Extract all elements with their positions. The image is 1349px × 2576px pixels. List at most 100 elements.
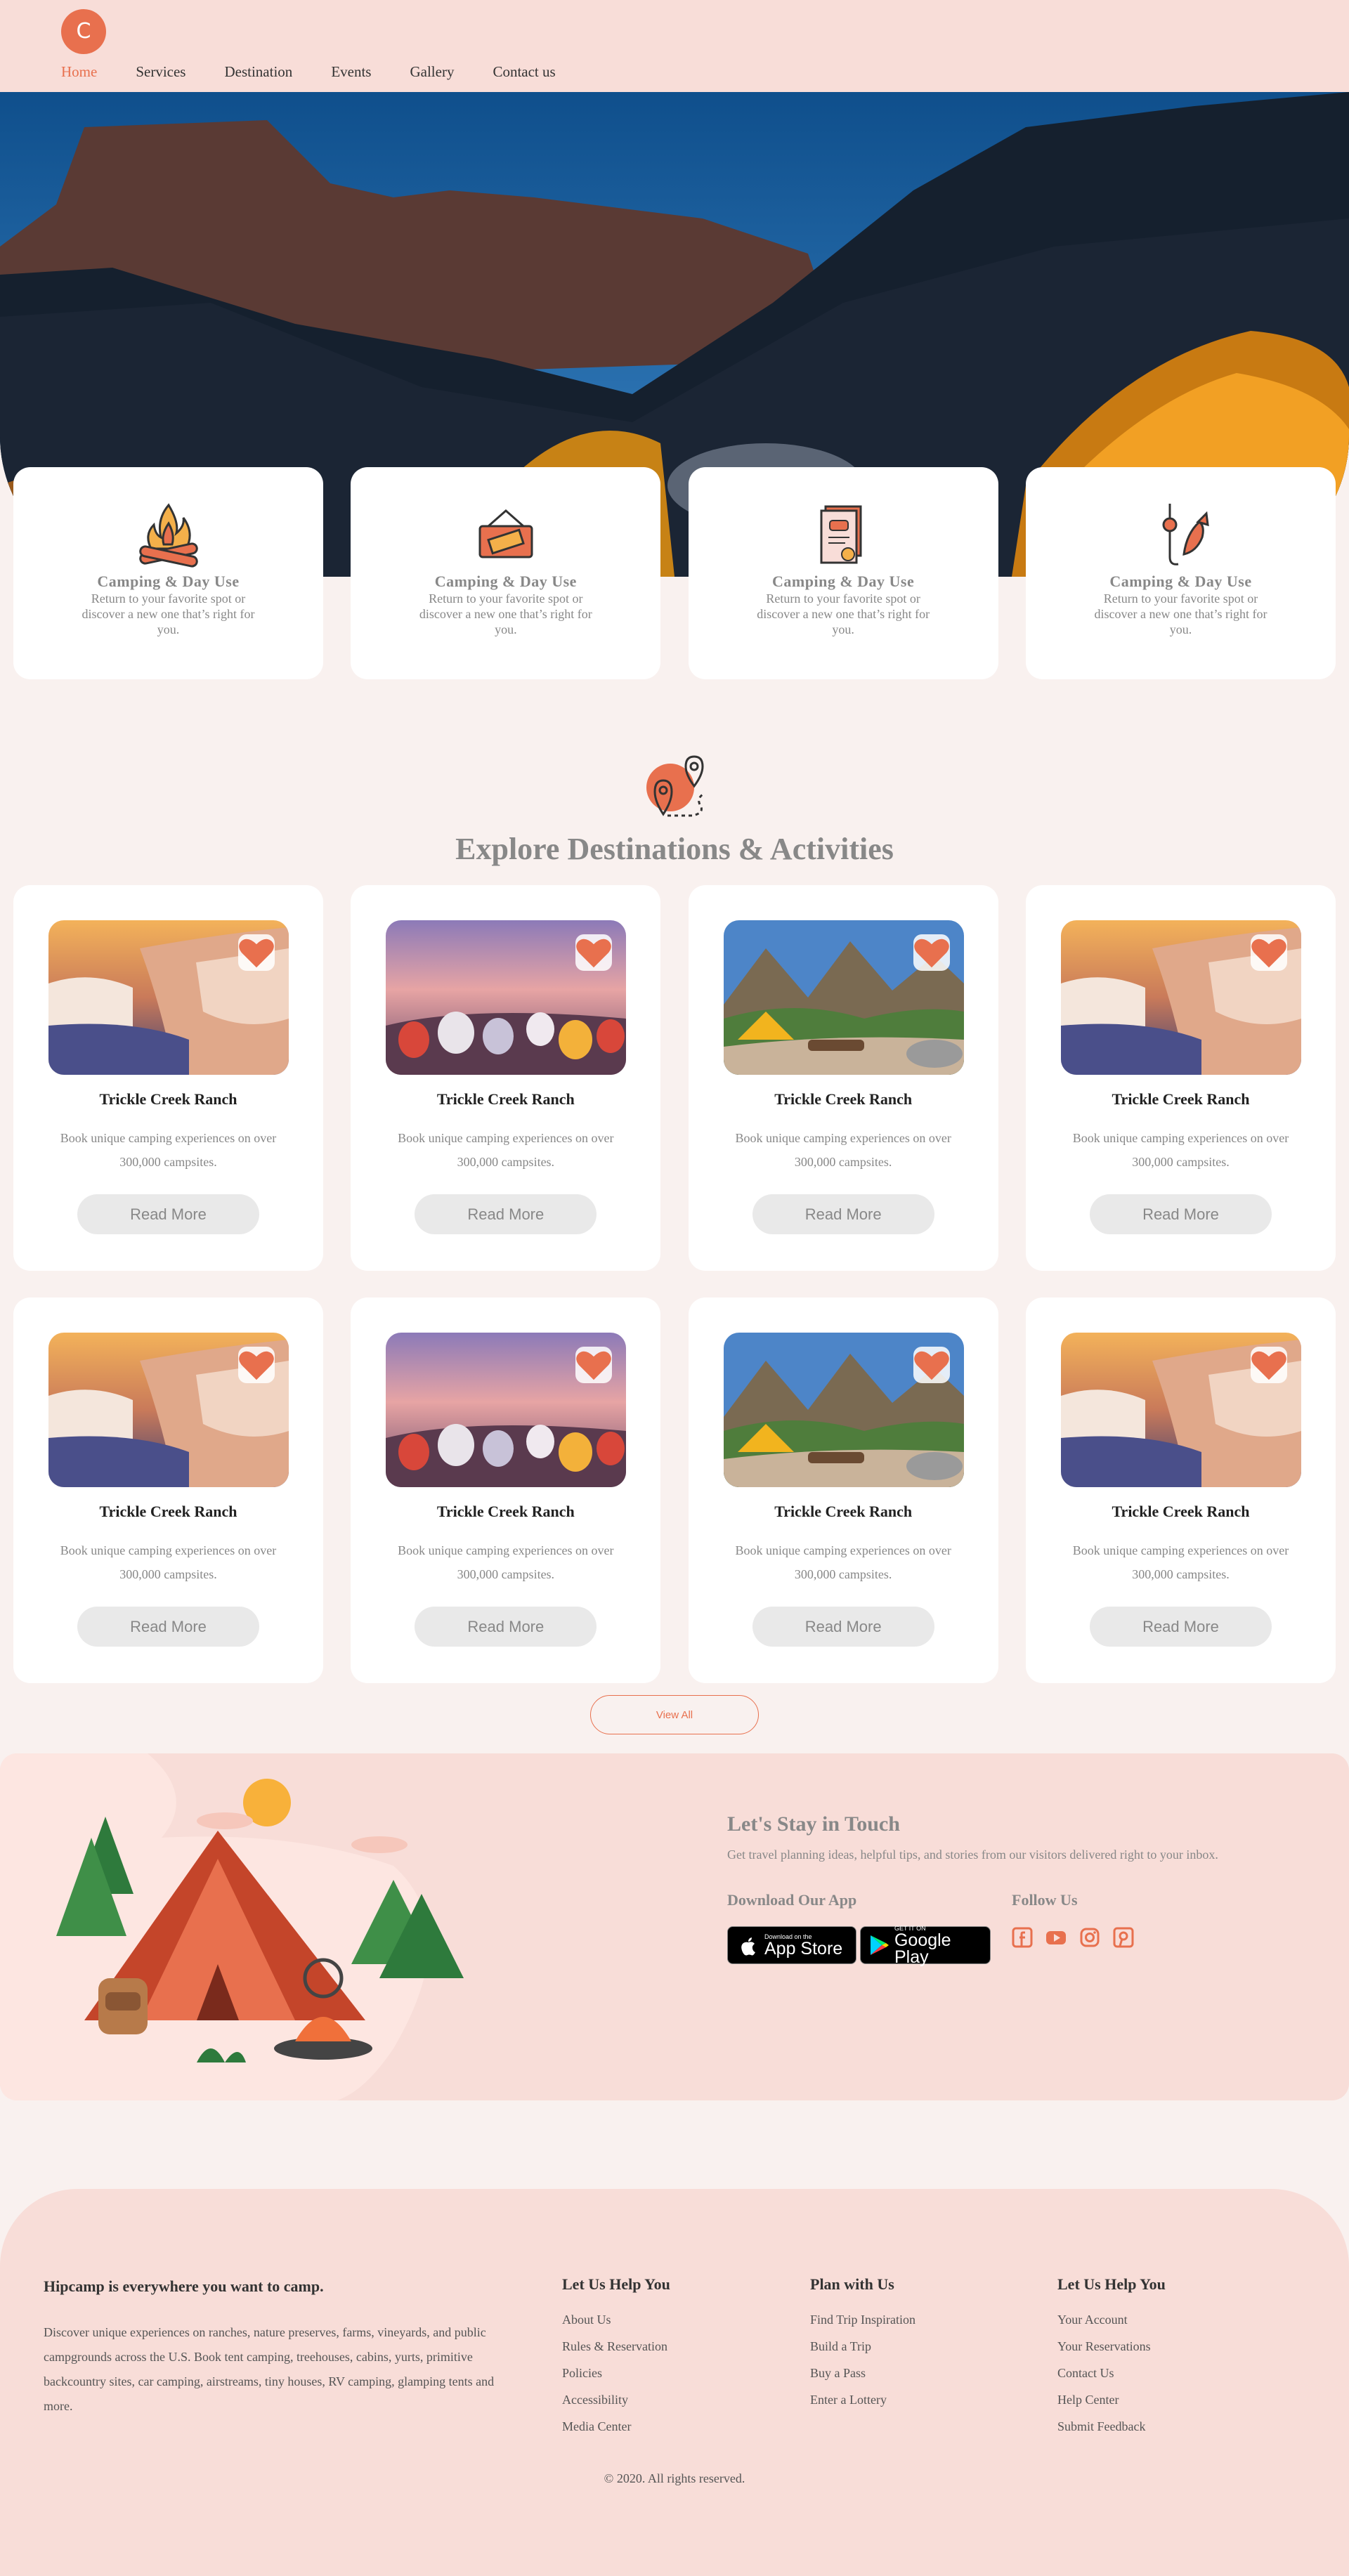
explore-title: Explore Destinations & Activities (455, 832, 894, 866)
destination-text: Book unique camping experiences on over … (60, 1543, 277, 1581)
destination-card[interactable]: Trickle Creek Ranch Book unique camping e… (13, 885, 323, 1271)
destination-image (723, 920, 964, 1075)
destination-row: Trickle Creek Ranch Book unique camping e… (13, 885, 1336, 1271)
feature-text: Return to your favorite spot or discover… (1094, 591, 1267, 636)
read-more-button[interactable]: Read More (752, 1194, 934, 1234)
view-all-button[interactable]: View All (590, 1695, 759, 1734)
footer-link-accessibility[interactable]: Accessibility (562, 2386, 670, 2413)
footer-link-reservations[interactable]: Your Reservations (1057, 2333, 1166, 2360)
read-more-button[interactable]: Read More (752, 1607, 934, 1647)
destination-card[interactable]: Trickle Creek Ranch Book unique camping e… (688, 885, 998, 1271)
download-app-title: Download Our App (727, 1891, 857, 1909)
nav-link-home[interactable]: Home (61, 63, 97, 81)
newsletter-subtitle: Get travel planning ideas, helpful tips,… (727, 1848, 1218, 1862)
destination-row: Trickle Creek Ranch Book unique camping e… (13, 1297, 1336, 1683)
destination-text: Book unique camping experiences on over … (398, 1131, 614, 1169)
destination-card[interactable]: Trickle Creek Ranch Book unique camping e… (1025, 885, 1336, 1271)
pinterest-icon[interactable] (1113, 1927, 1134, 1948)
app-store-button[interactable]: Download on the App Store (727, 1926, 856, 1964)
footer-link-buy-pass[interactable]: Buy a Pass (810, 2360, 915, 2386)
ticket-icon (478, 509, 533, 558)
destination-image (48, 1333, 289, 1487)
logo[interactable]: C (61, 9, 106, 54)
destination-card[interactable]: Trickle Creek Ranch Book unique camping e… (351, 885, 661, 1271)
destination-text: Book unique camping experiences on over … (735, 1543, 951, 1581)
destination-card[interactable]: Trickle Creek Ranch Book unique camping e… (13, 1297, 323, 1683)
destination-title: Trickle Creek Ranch (99, 1090, 237, 1108)
read-more-button[interactable]: Read More (415, 1607, 597, 1647)
feature-card[interactable]: Camping & Day Use Return to your favorit… (351, 467, 661, 679)
destination-card[interactable]: Trickle Creek Ranch Book unique camping e… (688, 1297, 998, 1683)
footer-link-lottery[interactable]: Enter a Lottery (810, 2386, 915, 2413)
footer-link-feedback[interactable]: Submit Feedback (1057, 2413, 1166, 2440)
footer-column-account: Let Us Help You Your Account Your Reserv… (1057, 2275, 1166, 2440)
nav-link-services[interactable]: Services (136, 63, 185, 81)
apple-icon (741, 1937, 755, 1956)
google-play-icon (870, 1935, 889, 1955)
destination-title: Trickle Creek Ranch (436, 1503, 575, 1520)
footer-link-media-center[interactable]: Media Center (562, 2413, 670, 2440)
feature-title: Camping & Day Use (97, 573, 240, 590)
read-more-button[interactable]: Read More (77, 1194, 259, 1234)
copyright: © 2020. All rights reserved. (604, 2471, 745, 2485)
instagram-icon[interactable] (1079, 1927, 1100, 1948)
footer-link-account[interactable]: Your Account (1057, 2306, 1166, 2333)
footer-link-about-us[interactable]: About Us (562, 2306, 670, 2333)
favorite-heart-icon[interactable] (1250, 1347, 1287, 1383)
nav-link-contact[interactable]: Contact us (493, 63, 555, 81)
favorite-heart-icon[interactable] (913, 934, 950, 971)
feature-card[interactable]: Camping & Day Use Return to your favorit… (1025, 467, 1336, 679)
favorite-heart-icon[interactable] (1250, 934, 1287, 971)
destination-card[interactable]: Trickle Creek Ranch Book unique camping e… (351, 1297, 661, 1683)
footer-link-build-trip[interactable]: Build a Trip (810, 2333, 915, 2360)
favorite-heart-icon[interactable] (238, 1347, 275, 1383)
feature-text: Return to your favorite spot or discover… (757, 591, 930, 636)
top-navbar: C Home Services Destination Events Galle… (0, 0, 1349, 92)
google-play-button[interactable]: GET IT ON Google Play (860, 1925, 991, 1967)
destination-text: Book unique camping experiences on over … (735, 1131, 951, 1169)
read-more-button[interactable]: Read More (77, 1607, 259, 1647)
footer: Hipcamp is everywhere you want to camp. … (0, 2189, 1349, 2576)
feature-title: Camping & Day Use (772, 573, 915, 590)
map-pin-icon (646, 755, 704, 817)
favorite-heart-icon[interactable] (913, 1347, 950, 1383)
nav-link-gallery[interactable]: Gallery (410, 63, 454, 81)
facebook-icon[interactable] (1012, 1927, 1033, 1948)
footer-column-title: Plan with Us (810, 2275, 894, 2293)
footer-column-title: Let Us Help You (562, 2275, 670, 2293)
feature-card[interactable]: Camping & Day Use Return to your favorit… (688, 467, 998, 679)
nav-link-events[interactable]: Events (331, 63, 371, 81)
follow-us-title: Follow Us (1012, 1891, 1078, 1909)
footer-link-contact[interactable]: Contact Us (1057, 2360, 1166, 2386)
feature-title: Camping & Day Use (1109, 573, 1252, 590)
read-more-button[interactable]: Read More (415, 1194, 597, 1234)
destination-card[interactable]: Trickle Creek Ranch Book unique camping e… (1025, 1297, 1336, 1683)
destination-image (48, 920, 289, 1075)
destination-title: Trickle Creek Ranch (1112, 1503, 1250, 1520)
favorite-heart-icon[interactable] (575, 934, 613, 971)
footer-link-policies[interactable]: Policies (562, 2360, 670, 2386)
read-more-button[interactable]: Read More (1089, 1194, 1272, 1234)
nav-link-destination[interactable]: Destination (224, 63, 292, 81)
destination-image (1060, 920, 1301, 1075)
feature-text: Return to your favorite spot or discover… (82, 591, 255, 636)
fishing-icon (1162, 504, 1210, 565)
footer-link-help-center[interactable]: Help Center (1057, 2386, 1166, 2413)
read-more-button[interactable]: Read More (1089, 1607, 1272, 1647)
feature-card[interactable]: Camping & Day Use Return to your favorit… (13, 467, 323, 679)
destination-text: Book unique camping experiences on over … (60, 1131, 277, 1169)
footer-link-trip-inspiration[interactable]: Find Trip Inspiration (810, 2306, 915, 2333)
footer-column-help: Let Us Help You About Us Rules & Reserva… (562, 2275, 670, 2440)
destination-image (723, 1333, 964, 1487)
destination-image (386, 920, 627, 1075)
destination-title: Trickle Creek Ranch (436, 1090, 575, 1108)
destination-text: Book unique camping experiences on over … (1072, 1131, 1289, 1169)
favorite-heart-icon[interactable] (575, 1347, 613, 1383)
youtube-icon[interactable] (1045, 1927, 1067, 1948)
google-play-large-text: Google Play (894, 1930, 951, 1967)
destination-title: Trickle Creek Ranch (1112, 1090, 1250, 1108)
footer-about-text: Discover unique experiences on ranches, … (44, 2325, 495, 2413)
favorite-heart-icon[interactable] (238, 934, 275, 971)
footer-link-rules[interactable]: Rules & Reservation (562, 2333, 670, 2360)
destination-title: Trickle Creek Ranch (774, 1503, 913, 1520)
